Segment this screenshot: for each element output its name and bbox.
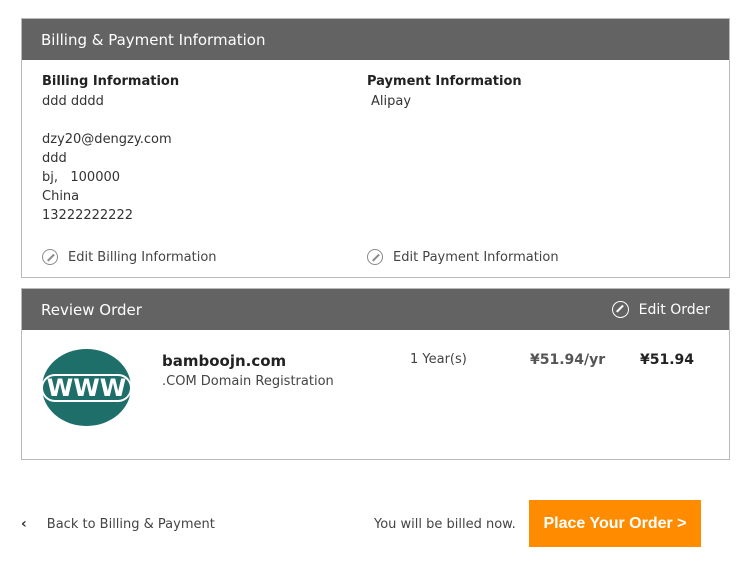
back-to-billing-link[interactable]: ‹ Back to Billing & Payment [21,516,215,532]
billing-panel-header: Billing & Payment Information [22,19,729,60]
back-label: Back to Billing & Payment [46,516,215,532]
billing-panel-title: Billing & Payment Information [41,30,266,49]
order-item-domain: bamboojn.com [162,352,287,370]
billing-phone: 13222222222 [42,208,133,223]
billing-name: ddd dddd [42,94,104,109]
edit-pencil-icon [42,249,58,265]
order-item-total: ¥51.94 [640,352,695,368]
edit-pencil-icon [367,249,383,265]
billing-info-title: Billing Information [42,74,180,89]
edit-payment-link[interactable]: Edit Payment Information [367,249,559,265]
payment-method: Alipay [371,94,412,109]
payment-info-column: Payment Information Alipay [367,74,522,111]
edit-billing-link[interactable]: Edit Billing Information [42,249,217,265]
edit-payment-label: Edit Payment Information [393,249,559,265]
www-logo-text: WWW [40,373,133,402]
edit-billing-label: Edit Billing Information [68,249,217,265]
billed-note: You will be billed now. [374,517,516,532]
review-panel-header: Review Order Edit Order [22,289,729,330]
order-item-term: 1 Year(s) [410,352,467,367]
review-panel-title: Review Order [41,300,142,319]
billing-payment-panel: Billing & Payment Information Billing In… [21,18,730,278]
chevron-left-icon: ‹ [21,516,27,532]
billing-address: ddd [42,151,67,166]
review-order-panel: Review Order Edit Order WWW bamboojn.com… [21,288,730,460]
billing-info-column: Billing Information ddd dddd dzy20@dengz… [42,74,179,225]
place-order-button[interactable]: Place Your Order > [529,500,701,547]
payment-info-title: Payment Information [367,74,522,89]
edit-order-link[interactable]: Edit Order [611,289,710,330]
billing-country: China [42,189,80,204]
order-item-description: .COM Domain Registration [162,374,334,389]
billing-email: dzy20@dengzy.com [42,132,172,147]
www-domain-icon: WWW [40,349,133,426]
edit-pencil-icon [611,301,629,318]
billing-city-zip: bj, 100000 [42,170,121,185]
order-item-unit-price: ¥51.94/yr [530,352,606,368]
edit-order-label: Edit Order [638,301,710,318]
